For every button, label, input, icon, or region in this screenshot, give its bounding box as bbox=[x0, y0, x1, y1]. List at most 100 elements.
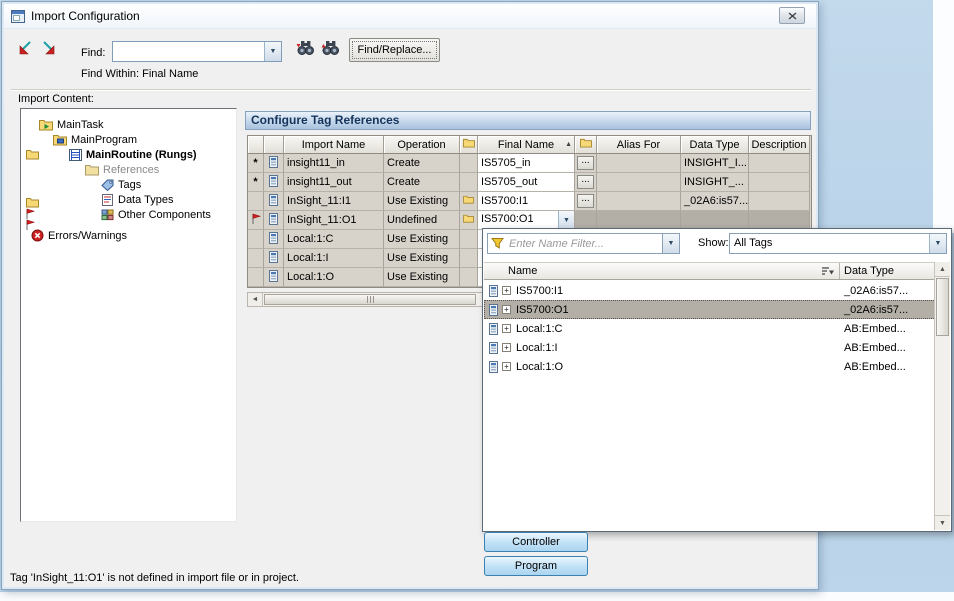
import-name-cell[interactable]: insight11_out bbox=[284, 173, 384, 192]
browse-button-column-header[interactable] bbox=[575, 136, 597, 154]
tree-item-mainprogram[interactable]: MainProgram bbox=[21, 132, 236, 147]
table-row[interactable]: * insight11_out Create IS5705_out ... IN… bbox=[248, 173, 811, 192]
description-cell[interactable] bbox=[749, 192, 810, 211]
scroll-left-icon[interactable]: ◄ bbox=[248, 293, 263, 306]
filter-funnel-icon[interactable] bbox=[488, 237, 507, 250]
operation-cell[interactable]: Create bbox=[384, 154, 460, 173]
module-tag-icon bbox=[269, 156, 278, 171]
filter-dropdown-arrow-icon[interactable]: ▼ bbox=[663, 233, 680, 254]
import-name-cell[interactable]: insight11_in bbox=[284, 154, 384, 173]
import-name-cell[interactable]: Local:1:I bbox=[284, 249, 384, 268]
data-type-cell[interactable]: INSIGHT_... bbox=[681, 173, 749, 192]
operation-column-header[interactable]: Operation bbox=[384, 136, 460, 154]
operation-cell[interactable]: Use Existing bbox=[384, 268, 460, 287]
tag-name: Local:1:C bbox=[516, 323, 562, 335]
data-type-cell[interactable]: _02A6:is57... bbox=[681, 192, 749, 211]
table-row[interactable]: * insight11_in Create IS5705_in ... INSI… bbox=[248, 154, 811, 173]
pending-edit-folder-icon bbox=[26, 149, 39, 163]
tree-item-tags[interactable]: Tags bbox=[21, 177, 236, 192]
operation-cell[interactable]: Use Existing bbox=[384, 192, 460, 211]
row-marker-column-header[interactable] bbox=[248, 136, 264, 154]
close-button[interactable] bbox=[779, 7, 805, 24]
tree-item-mainroutine[interactable]: MainRoutine (Rungs) bbox=[21, 147, 236, 162]
tree-item-maintask[interactable]: MainTask bbox=[21, 117, 236, 132]
browse-final-name-button[interactable]: ... bbox=[577, 175, 594, 189]
final-name-cell[interactable]: IS5700:I1 bbox=[478, 192, 575, 211]
final-name-cell[interactable]: IS5705_out bbox=[478, 173, 575, 192]
tree-item-data-types[interactable]: Data Types bbox=[21, 192, 236, 207]
operation-cell[interactable]: Use Existing bbox=[384, 230, 460, 249]
controller-scope-button[interactable]: Controller bbox=[484, 532, 588, 552]
module-tag-icon bbox=[489, 304, 498, 316]
operation-cell[interactable]: Create bbox=[384, 173, 460, 192]
data-type-column-header[interactable]: Data Type bbox=[840, 263, 936, 279]
show-value: All Tags bbox=[730, 234, 929, 253]
expand-plus-icon[interactable]: + bbox=[502, 362, 511, 371]
import-name-cell[interactable]: InSight_11:O1 bbox=[284, 211, 384, 230]
alias-for-cell[interactable] bbox=[597, 173, 681, 192]
expand-plus-icon[interactable]: + bbox=[502, 343, 511, 352]
browse-column-header[interactable] bbox=[460, 136, 478, 154]
tree-item-errors-warnings[interactable]: Errors/Warnings bbox=[21, 228, 236, 243]
show-combobox[interactable]: All Tags ▼ bbox=[729, 233, 947, 254]
import-marker-next-icon[interactable] bbox=[40, 40, 60, 58]
tag-row[interactable]: + Local:1:C AB:Embed... bbox=[484, 319, 936, 338]
scroll-up-icon[interactable]: ▲ bbox=[935, 262, 950, 277]
expand-plus-icon[interactable]: + bbox=[502, 305, 511, 314]
alias-for-column-header[interactable]: Alias For bbox=[597, 136, 681, 154]
components-icon bbox=[101, 209, 114, 221]
show-dropdown-arrow-icon[interactable]: ▼ bbox=[929, 234, 946, 253]
table-row[interactable]: InSight_11:I1 Use Existing IS5700:I1 ...… bbox=[248, 192, 811, 211]
operation-cell[interactable]: Use Existing bbox=[384, 249, 460, 268]
final-name-combobox[interactable]: IS5700:O1 ▼ bbox=[478, 211, 574, 229]
import-name-column-header[interactable]: Import Name bbox=[284, 136, 384, 154]
scroll-down-icon[interactable]: ▼ bbox=[935, 515, 950, 530]
module-tag-icon bbox=[489, 285, 498, 297]
tree-item-other-components[interactable]: Other Components bbox=[21, 207, 236, 222]
module-tag-icon bbox=[269, 232, 278, 247]
alias-for-cell[interactable] bbox=[597, 192, 681, 211]
description-cell[interactable] bbox=[749, 154, 810, 173]
title-bar[interactable]: Import Configuration bbox=[4, 4, 816, 29]
tag-row-selected[interactable]: + IS5700:O1 _02A6:is57... bbox=[484, 300, 936, 319]
final-name-cell[interactable]: IS5705_in bbox=[478, 154, 575, 173]
tag-row[interactable]: + IS5700:I1 _02A6:is57... bbox=[484, 281, 936, 300]
final-name-dropdown-arrow-icon[interactable]: ▼ bbox=[558, 211, 574, 229]
column-filter-icon[interactable] bbox=[821, 266, 834, 280]
data-type-column-header[interactable]: Data Type bbox=[681, 136, 749, 154]
scrollbar-thumb[interactable] bbox=[936, 278, 949, 336]
tree-item-references[interactable]: References bbox=[21, 162, 236, 177]
import-marker-prev-icon[interactable] bbox=[16, 40, 36, 58]
tag-list-vertical-scrollbar[interactable]: ▲ ▼ bbox=[934, 262, 950, 530]
program-scope-button[interactable]: Program bbox=[484, 556, 588, 576]
window-icon bbox=[11, 10, 25, 23]
find-replace-button[interactable]: Find/Replace... bbox=[349, 38, 440, 62]
find-previous-icon[interactable] bbox=[321, 40, 341, 58]
tag-row[interactable]: + Local:1:I AB:Embed... bbox=[484, 338, 936, 357]
tag-icon-column-header[interactable] bbox=[264, 136, 284, 154]
final-name-column-header[interactable]: Final Name ▲ bbox=[478, 136, 575, 154]
alias-for-cell[interactable] bbox=[597, 154, 681, 173]
find-dropdown-arrow-icon[interactable]: ▼ bbox=[264, 42, 281, 61]
find-input[interactable] bbox=[113, 42, 264, 61]
import-content-tree: MainTask MainProgram MainRoutine (Rungs)… bbox=[20, 108, 237, 522]
expand-plus-icon[interactable]: + bbox=[502, 286, 511, 295]
operation-cell[interactable]: Undefined bbox=[384, 211, 460, 230]
browse-final-name-button[interactable]: ... bbox=[577, 194, 594, 208]
browse-final-name-button[interactable]: ... bbox=[577, 156, 594, 170]
find-next-icon[interactable] bbox=[296, 40, 316, 58]
import-name-cell[interactable]: InSight_11:I1 bbox=[284, 192, 384, 211]
folder-icon bbox=[580, 138, 592, 151]
module-tag-icon bbox=[269, 175, 278, 190]
import-name-cell[interactable]: Local:1:C bbox=[284, 230, 384, 249]
import-name-cell[interactable]: Local:1:O bbox=[284, 268, 384, 287]
tag-row[interactable]: + Local:1:O AB:Embed... bbox=[484, 357, 936, 376]
scrollbar-thumb[interactable] bbox=[264, 294, 476, 305]
description-column-header[interactable]: Description bbox=[749, 136, 810, 154]
name-column-header[interactable]: Name bbox=[484, 263, 840, 279]
description-cell[interactable] bbox=[749, 173, 810, 192]
name-filter-input[interactable] bbox=[507, 236, 662, 252]
expand-plus-icon[interactable]: + bbox=[502, 324, 511, 333]
data-type-cell[interactable]: INSIGHT_I... bbox=[681, 154, 749, 173]
tag-name: Local:1:I bbox=[516, 342, 558, 354]
